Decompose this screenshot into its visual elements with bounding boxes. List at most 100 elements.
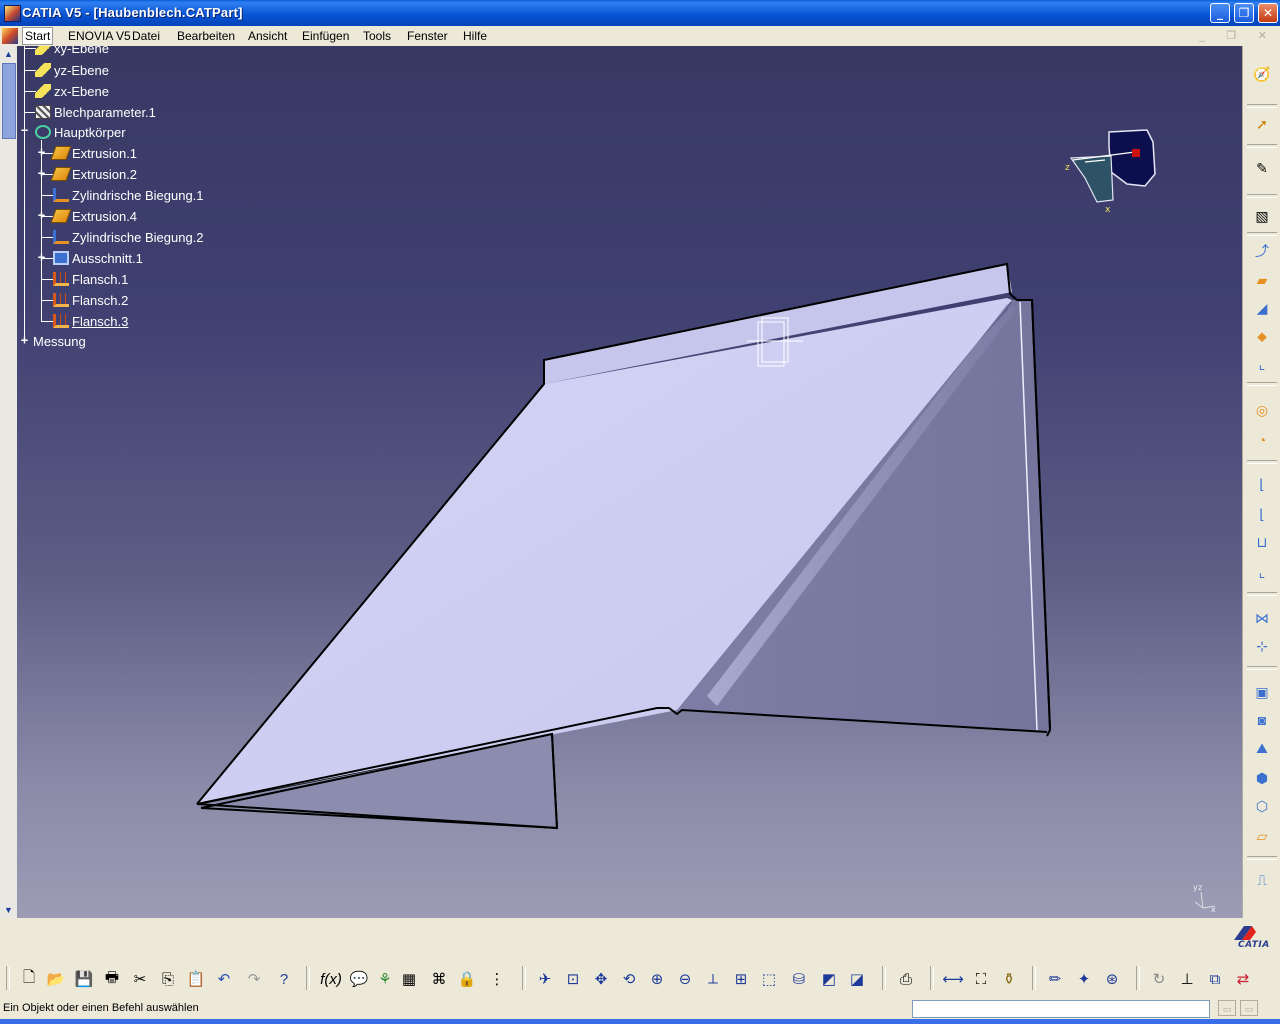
bend-from-flat-icon[interactable]: ⌊ xyxy=(1251,504,1273,524)
scroll-thumb[interactable] xyxy=(2,63,16,139)
expand-icon[interactable]: + xyxy=(37,146,46,158)
copy-icon[interactable]: ⎘ xyxy=(157,968,179,990)
tree-node-extrusion-1[interactable]: Extrusion.1 xyxy=(50,144,137,162)
mode-toggle-icon[interactable]: ⇄ xyxy=(1232,968,1254,990)
tree-node-extrusion-2[interactable]: Extrusion.2 xyxy=(50,165,137,183)
status-button-restore[interactable]: ▭ xyxy=(1218,1000,1236,1016)
tree-node-main-body[interactable]: Hauptkörper xyxy=(35,123,126,141)
select-arrow-icon[interactable]: ➚ xyxy=(1251,114,1273,134)
catia-app-icon[interactable] xyxy=(4,5,21,22)
tree-node-cylindrical-bend-2[interactable]: Zylindrische Biegung.2 xyxy=(53,228,204,246)
formula-icon[interactable]: f(x) xyxy=(320,968,342,990)
open-icon[interactable]: 📂 xyxy=(45,968,67,990)
hide-show-icon[interactable]: ◩ xyxy=(818,968,840,990)
pattern-icon[interactable]: ▱ xyxy=(1251,826,1273,846)
render-style-icon[interactable]: ⛁ xyxy=(788,968,810,990)
menu-einfuegen[interactable]: Einfügen xyxy=(302,29,349,43)
apply-material-icon[interactable]: ✦ xyxy=(1073,968,1095,990)
swap-space-icon[interactable]: ◪ xyxy=(846,968,868,990)
view-switch-icon[interactable]: ⧉ xyxy=(1204,968,1226,990)
expand-icon[interactable]: + xyxy=(20,334,29,346)
minimize-button[interactable]: _ xyxy=(1210,3,1230,23)
compass-icon[interactable]: z x xyxy=(1065,126,1165,216)
tree-node-zx-plane[interactable]: zx-Ebene xyxy=(35,82,109,100)
power-input-field[interactable] xyxy=(912,1000,1210,1018)
tree-node-flange-1[interactable]: Flansch.1 xyxy=(53,270,128,288)
3d-viewport[interactable]: xy-Ebene yz-Ebene zx-Ebene Blechparamete… xyxy=(17,46,1242,918)
paste-icon[interactable]: 📋 xyxy=(185,968,207,990)
expand-icon[interactable]: + xyxy=(37,167,46,179)
compass-icon[interactable]: 🧭 xyxy=(1251,64,1273,84)
measure-between-icon[interactable]: ⟷ xyxy=(942,968,964,990)
tree-node-yz-plane[interactable]: yz-Ebene xyxy=(35,61,109,79)
fly-mode-icon[interactable]: ✈ xyxy=(534,968,556,990)
tree-node-extrusion-4[interactable]: Extrusion.4 xyxy=(50,207,137,225)
expand-icon[interactable]: + xyxy=(37,209,46,221)
tree-node-sheetmetal-parameters[interactable]: Blechparameter.1 xyxy=(35,103,156,121)
fold-icon[interactable]: ⋈ xyxy=(1251,608,1273,628)
tree-node-flange-3[interactable]: Flansch.3 xyxy=(53,312,128,330)
status-button-close[interactable]: ▭ xyxy=(1240,1000,1258,1016)
tree-expand-icon[interactable]: ⋮ xyxy=(486,968,508,990)
menu-fenster[interactable]: Fenster xyxy=(407,29,448,43)
lock-icon[interactable]: 🔒 xyxy=(456,968,478,990)
table-icon[interactable]: ▦ xyxy=(398,968,420,990)
unfold-icon[interactable]: ⌞ xyxy=(1251,562,1273,582)
scroll-down-arrow-icon[interactable]: ▼ xyxy=(0,902,17,918)
hopper-icon[interactable]: ◔ xyxy=(1251,430,1273,450)
bend-icon[interactable]: ⌊ xyxy=(1251,474,1273,494)
comment-icon[interactable]: 💬 xyxy=(348,968,370,990)
axis-system-icon[interactable]: ⊥ xyxy=(1176,968,1198,990)
sketch-icon[interactable]: ✎ xyxy=(1251,158,1273,178)
close-button[interactable]: ✕ xyxy=(1258,3,1278,23)
print-icon[interactable]: 🖶 xyxy=(101,968,123,990)
fit-all-icon[interactable]: ⊡ xyxy=(562,968,584,990)
menu-ansicht[interactable]: Ansicht xyxy=(248,29,287,43)
wall-on-edge-icon[interactable]: ◢ xyxy=(1251,298,1273,318)
menu-datei[interactable]: Datei xyxy=(132,29,160,43)
sketch-analysis-icon[interactable]: ✏ xyxy=(1044,968,1066,990)
walls-recognition-icon[interactable]: ⤴ xyxy=(1251,241,1273,261)
menu-start[interactable]: Start xyxy=(22,27,54,45)
cut-icon[interactable]: ✂ xyxy=(129,968,151,990)
sheetmetal-parameters-icon[interactable]: ▧ xyxy=(1251,206,1273,226)
tree-node-measure[interactable]: Messung xyxy=(33,332,86,350)
new-icon[interactable]: 🗋 xyxy=(18,968,40,990)
rotate-icon[interactable]: ⟲ xyxy=(618,968,640,990)
conical-bend-icon[interactable]: ⊔ xyxy=(1251,532,1273,552)
corner-relief-icon[interactable]: ⬢ xyxy=(1251,768,1273,788)
measure-item-icon[interactable]: ⛶ xyxy=(970,968,992,990)
save-as-dxf-icon[interactable]: ⎍ xyxy=(1251,870,1273,890)
iso-view-icon[interactable]: ⬚ xyxy=(758,968,780,990)
collapse-icon[interactable]: − xyxy=(20,124,29,136)
redo-icon[interactable]: ↷ xyxy=(243,968,265,990)
menu-tools[interactable]: Tools xyxy=(363,29,391,43)
undo-icon[interactable]: ↶ xyxy=(213,968,235,990)
tree-scrollbar[interactable]: ▲ ▼ xyxy=(0,46,18,918)
tree-node-cutout-1[interactable]: Ausschnitt.1 xyxy=(53,249,143,267)
tree-node-xy-plane[interactable]: xy-Ebene xyxy=(35,46,109,57)
extrusion-icon[interactable]: ⬥ xyxy=(1251,326,1273,346)
chamfer-icon[interactable]: ⬡ xyxy=(1251,796,1273,816)
normal-view-icon[interactable]: ⟂ xyxy=(702,968,724,990)
wall-icon[interactable]: ▰ xyxy=(1251,270,1273,290)
update-icon[interactable]: ↻ xyxy=(1148,968,1170,990)
multi-view-icon[interactable]: ⊞ xyxy=(730,968,752,990)
tree-node-flange-2[interactable]: Flansch.2 xyxy=(53,291,128,309)
swept-walls-icon[interactable]: ⌞ xyxy=(1251,354,1273,374)
whats-this-icon[interactable]: ? xyxy=(273,968,295,990)
catalog-icon[interactable]: ⎙ xyxy=(895,968,917,990)
menu-enovia[interactable]: ENOVIA V5 xyxy=(68,29,131,43)
menu-hilfe[interactable]: Hilfe xyxy=(463,29,487,43)
rolled-wall-icon[interactable]: ◎ xyxy=(1251,400,1273,420)
knowledge-icon[interactable]: ⚘ xyxy=(374,968,396,990)
document-icon[interactable] xyxy=(2,28,18,44)
graph-icon[interactable]: ⌘ xyxy=(428,968,450,990)
cutout-icon[interactable]: ▣ xyxy=(1251,682,1273,702)
save-icon[interactable]: 💾 xyxy=(73,968,95,990)
stamping-icon[interactable]: ⛰ xyxy=(1251,738,1273,758)
tree-node-cylindrical-bend-1[interactable]: Zylindrische Biegung.1 xyxy=(53,186,204,204)
maximize-button[interactable]: ❐ xyxy=(1234,3,1254,23)
scroll-up-arrow-icon[interactable]: ▲ xyxy=(0,46,17,62)
mdi-window-buttons[interactable]: _ ❐ ✕ xyxy=(1199,29,1276,42)
